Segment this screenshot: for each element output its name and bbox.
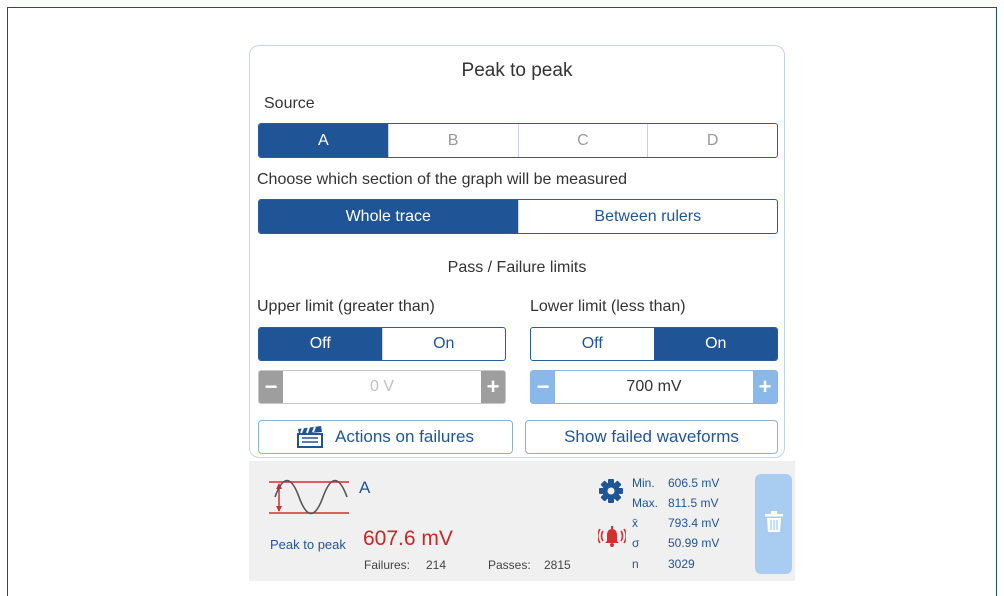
section-selector: Whole trace Between rulers <box>258 199 778 234</box>
failures-count: 214 <box>426 558 447 572</box>
actions-on-failures-label: Actions on failures <box>335 427 474 446</box>
lower-limit-toggle: Off On <box>530 327 778 361</box>
upper-limit-toggle: Off On <box>258 327 506 361</box>
section-option-whole-trace[interactable]: Whole trace <box>259 200 518 233</box>
source-option-d[interactable]: D <box>647 124 777 157</box>
measurement-name: Peak to peak <box>270 537 346 552</box>
stat-mean-label: x̄ <box>632 516 638 530</box>
stat-stddev-value: 50.99 mV <box>668 536 720 550</box>
lower-limit-value-input[interactable]: 700 mV <box>555 371 753 403</box>
upper-limit-decrement-button[interactable]: − <box>259 371 283 403</box>
upper-limit-label: Upper limit (greater than) <box>257 298 435 315</box>
source-selector: A B C D <box>258 123 778 158</box>
stat-mean-value: 793.4 mV <box>668 516 720 530</box>
stat-count-value: 3029 <box>668 557 695 571</box>
stat-min-label: Min. <box>632 476 655 490</box>
section-option-between-rulers[interactable]: Between rulers <box>517 200 778 233</box>
upper-limit-increment-button[interactable]: + <box>481 371 505 403</box>
stat-max-value: 811.5 mV <box>668 496 719 510</box>
lower-limit-label: Lower limit (less than) <box>530 298 686 315</box>
trash-icon <box>764 510 783 538</box>
lower-limit-increment-button[interactable]: + <box>753 371 777 403</box>
limits-heading: Pass / Failure limits <box>447 259 587 276</box>
stat-count-label: n <box>632 557 639 571</box>
actions-on-failures-button[interactable]: Actions on failures <box>258 420 513 454</box>
failures-label: Failures: <box>364 558 411 572</box>
stat-stddev-label: σ <box>632 536 640 550</box>
source-option-c[interactable]: C <box>517 124 648 157</box>
passes-label: Passes: <box>488 558 531 572</box>
sine-wave-icon <box>269 479 351 524</box>
lower-limit-stepper: − 700 mV + <box>530 370 778 404</box>
alarm-bell-icon <box>596 523 628 554</box>
gear-icon[interactable] <box>598 478 624 509</box>
passes-count: 2815 <box>544 558 571 572</box>
measurement-value: 607.6 mV <box>363 527 453 550</box>
source-option-a[interactable]: A <box>259 124 388 157</box>
lower-limit-on-option[interactable]: On <box>653 328 777 360</box>
section-label: Choose which section of the graph will b… <box>257 171 627 188</box>
stat-max-label: Max. <box>632 496 659 510</box>
measurement-card[interactable]: A Peak to peak 607.6 mV Failures: 214 Pa… <box>249 461 795 581</box>
stat-min-value: 606.5 mV <box>668 476 720 490</box>
delete-measurement-button[interactable] <box>755 474 792 574</box>
measurement-source: A <box>359 478 371 497</box>
show-failed-waveforms-button[interactable]: Show failed waveforms <box>525 420 778 454</box>
upper-limit-stepper: − 0 V + <box>258 370 506 404</box>
upper-limit-value-input[interactable]: 0 V <box>283 371 481 403</box>
panel-title: Peak to peak <box>461 60 573 81</box>
lower-limit-off-option[interactable]: Off <box>531 328 654 360</box>
upper-limit-on-option[interactable]: On <box>381 328 506 360</box>
source-label: Source <box>264 95 315 112</box>
clapperboard-icon <box>297 426 324 448</box>
measurement-settings-panel: Peak to peak Source A B C D Choose which… <box>249 45 785 458</box>
source-option-b[interactable]: B <box>387 124 518 157</box>
lower-limit-decrement-button[interactable]: − <box>531 371 555 403</box>
upper-limit-off-option[interactable]: Off <box>259 328 382 360</box>
